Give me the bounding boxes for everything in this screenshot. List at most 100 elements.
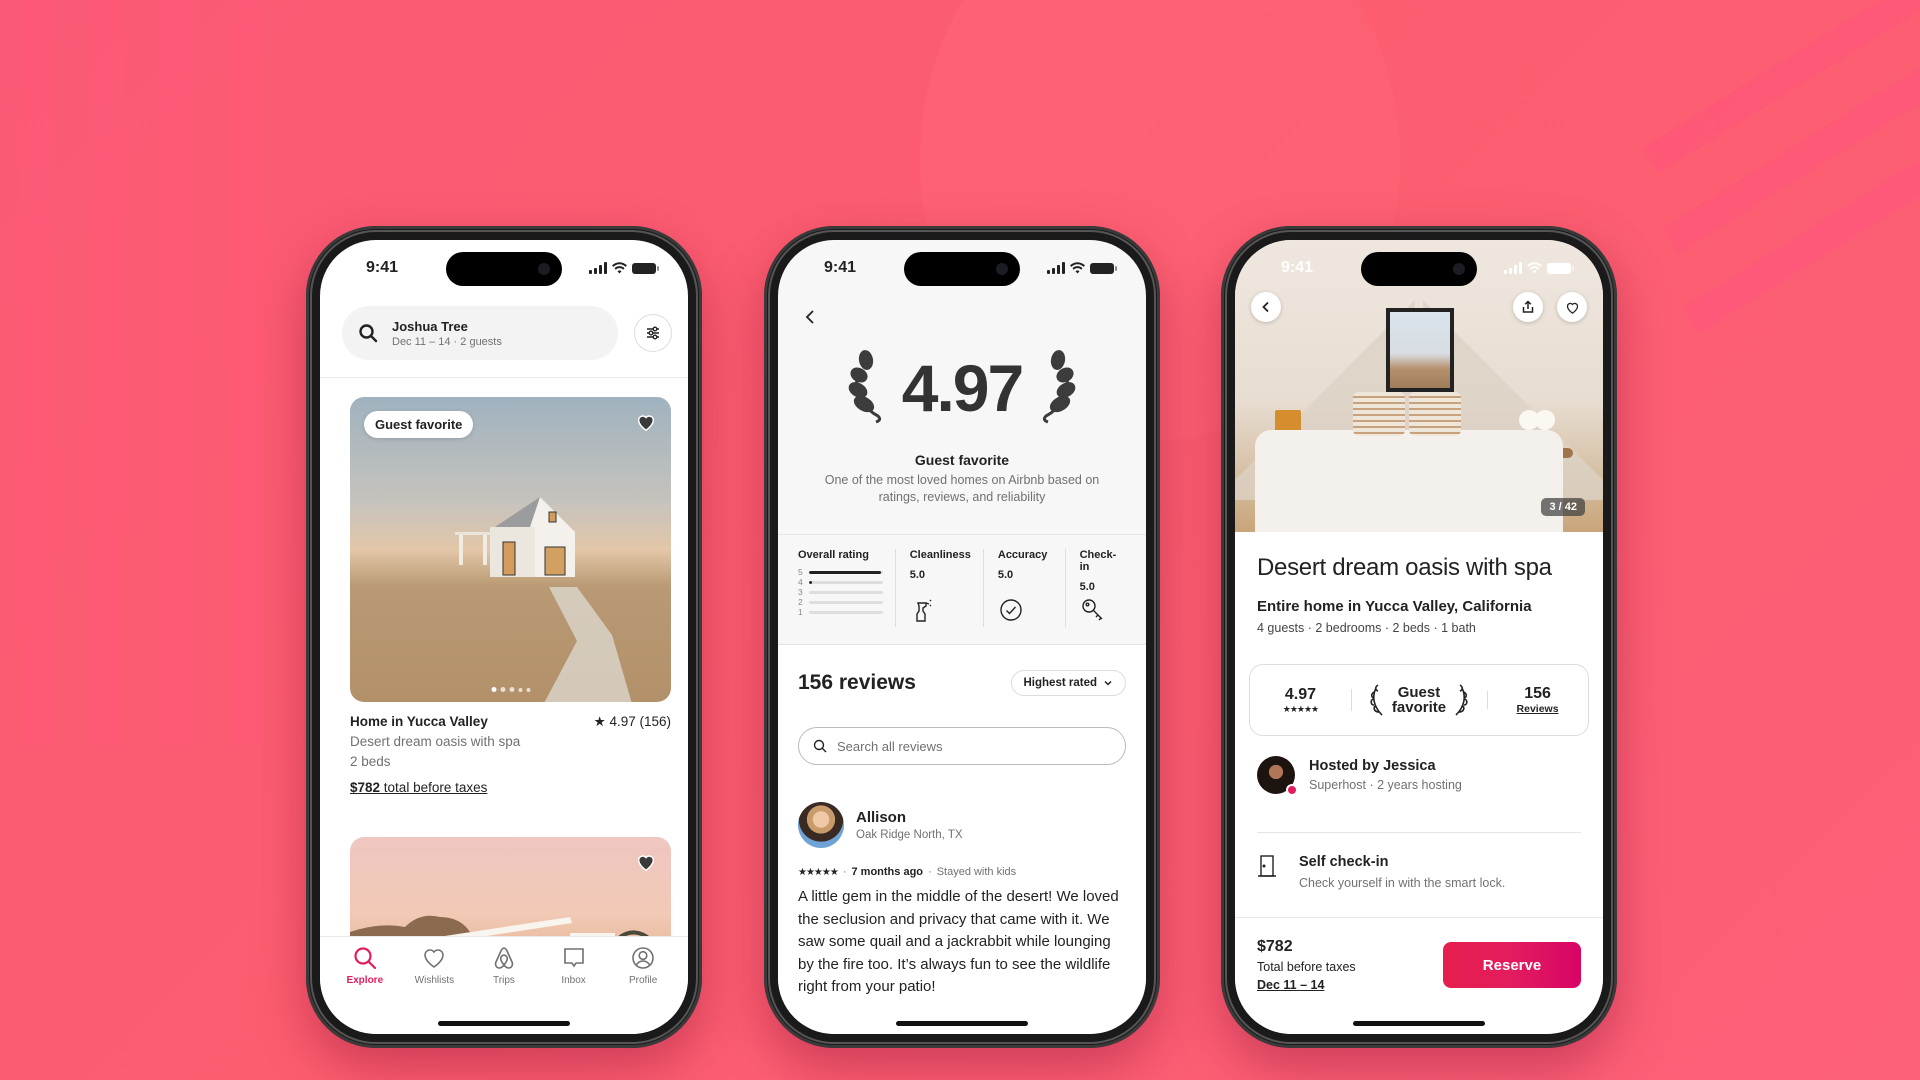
distribution-label: 4 [798,577,803,587]
home-indicator[interactable] [896,1021,1028,1026]
reviews-link[interactable]: Reviews [1487,703,1588,715]
footer-dates[interactable]: Dec 11 – 14 [1257,978,1324,992]
listing-photo[interactable]: Guest favorite [350,397,671,702]
listing-screen: 3 / 42 9:41 Desert dream oasis with spa … [1235,240,1603,1034]
guest-favorite-line1: Guest [1397,684,1441,701]
filters-button[interactable] [634,314,672,352]
wifi-icon [612,262,627,274]
distribution-fill [808,570,881,574]
photo-detail [1386,308,1454,392]
category-name: Cleanliness [909,549,971,561]
tab-label: Profile [628,975,658,986]
guest-favorite-description: One of the most loved homes on Airbnb ba… [824,473,1100,504]
distribution-row: 1 [798,607,883,617]
photo-detail [1255,430,1563,532]
laurel-right-icon [1043,350,1076,424]
share-button[interactable] [1513,292,1543,322]
search-bar[interactable]: Joshua Tree Dec 11 – 14 · 2 guests [342,306,618,360]
distribution-row: 5 [798,567,883,577]
photo-detail [1409,392,1461,436]
distribution-fill [808,580,813,584]
listing-info[interactable]: Home in Yucca Valley ★ 4.97 (156) Desert… [350,712,671,798]
door-icon [1258,855,1276,877]
listing-subtitle: Entire home in Yucca Valley, California [1257,598,1532,615]
listing-description: Desert dream oasis with spa [350,734,521,749]
dynamic-island [904,252,1020,286]
spray-bottle-icon [916,599,932,622]
separator: · [928,866,932,878]
back-button[interactable] [1251,292,1281,322]
host-name: Hosted by Jessica [1309,758,1436,774]
tab-profile[interactable]: Profile [613,945,673,1034]
laurel-left-icon [1370,684,1383,716]
check-circle-icon [1000,599,1022,621]
distribution-row: 4 [798,577,883,587]
dynamic-island [446,252,562,286]
signal-icon [1047,262,1065,274]
signal-icon [1504,262,1522,274]
house-illustration [455,497,575,577]
tab-explore[interactable]: Explore [335,945,395,1034]
price-suffix: total before taxes [380,780,488,795]
bg-stripe [20,0,54,745]
back-chevron-icon[interactable] [800,306,822,328]
home-indicator[interactable] [1353,1021,1485,1026]
stat-reviews[interactable]: 156 Reviews [1487,685,1588,715]
stat-guest-favorite: Guest favorite [1350,683,1487,717]
page-dot [509,687,514,692]
search-location: Joshua Tree [392,318,468,334]
tab-label: Inbox [561,975,586,986]
listing-price[interactable]: $782 total before taxes [350,778,671,798]
wishlist-heart-icon[interactable] [635,411,657,433]
airbnb-logo-icon [494,947,514,969]
host-row[interactable]: Hosted by Jessica Superhost · 2 years ho… [1257,756,1462,796]
listing-stats-card: 4.97 ★★★★★ Guest favorite 156 Reviews [1249,664,1589,736]
listing-title: Home in Yucca Valley [350,714,488,729]
laurel-right-icon [1455,684,1468,716]
category-name: Check-in [1079,549,1117,573]
rating-categories[interactable]: Overall rating 54321 Cleanliness 5.0 Acc… [778,534,1146,645]
distribution-track [808,580,883,584]
review-text: A little gem in the middle of the desert… [798,888,1119,995]
sort-label: Highest rated [1023,677,1098,689]
message-icon [563,948,584,968]
reviews-screen: 9:41 4.97 Guest favorite One of the most… [778,240,1146,1034]
profile-icon [632,947,654,969]
reserve-button[interactable]: Reserve [1443,942,1581,988]
status-time: 9:41 [824,259,857,276]
review-context: Stayed with kids [936,866,1017,878]
listing-beds: 2 beds [350,754,391,769]
separator: · [842,866,847,878]
host-avatar [1257,756,1298,796]
save-button[interactable] [1557,292,1587,322]
distribution-row: 2 [798,597,883,607]
stat-rating-value: 4.97 [1284,685,1317,703]
review-meta: ★★★★★ · 7 months ago · Stayed with kids [798,866,1016,878]
footer-price: $782 [1257,938,1293,955]
guest-favorite-badge: Guest favorite [364,411,474,438]
price-amount: $782 [350,780,381,795]
divider [320,377,688,378]
battery-icon [1547,262,1574,274]
home-indicator[interactable] [438,1021,570,1026]
category-cleanliness: Cleanliness 5.0 [910,549,984,627]
phone-reviews: 9:41 4.97 Guest favorite One of the most… [764,226,1160,1048]
wishlist-heart-icon[interactable] [635,851,657,873]
status-time: 9:41 [1281,259,1314,276]
sort-dropdown[interactable]: Highest rated [1010,670,1126,696]
bg-stripe [1642,0,1920,174]
reviewer-avatar[interactable] [798,802,844,848]
photo-detail [1535,410,1555,430]
stone-path [542,587,633,702]
wifi-icon [1527,262,1542,274]
distribution-label: 1 [798,607,803,617]
page-dot [500,687,505,692]
photo-counter: 3 / 42 [1541,498,1585,516]
stat-reviews-count: 156 [1524,685,1551,702]
category-value: 5.0 [997,569,1014,581]
category-value: 5.0 [909,569,926,581]
reviews-search-input[interactable]: Search all reviews [798,727,1126,765]
photo-pagination [491,687,530,692]
heart-icon [424,949,445,968]
search-placeholder: Search all reviews [837,738,943,754]
